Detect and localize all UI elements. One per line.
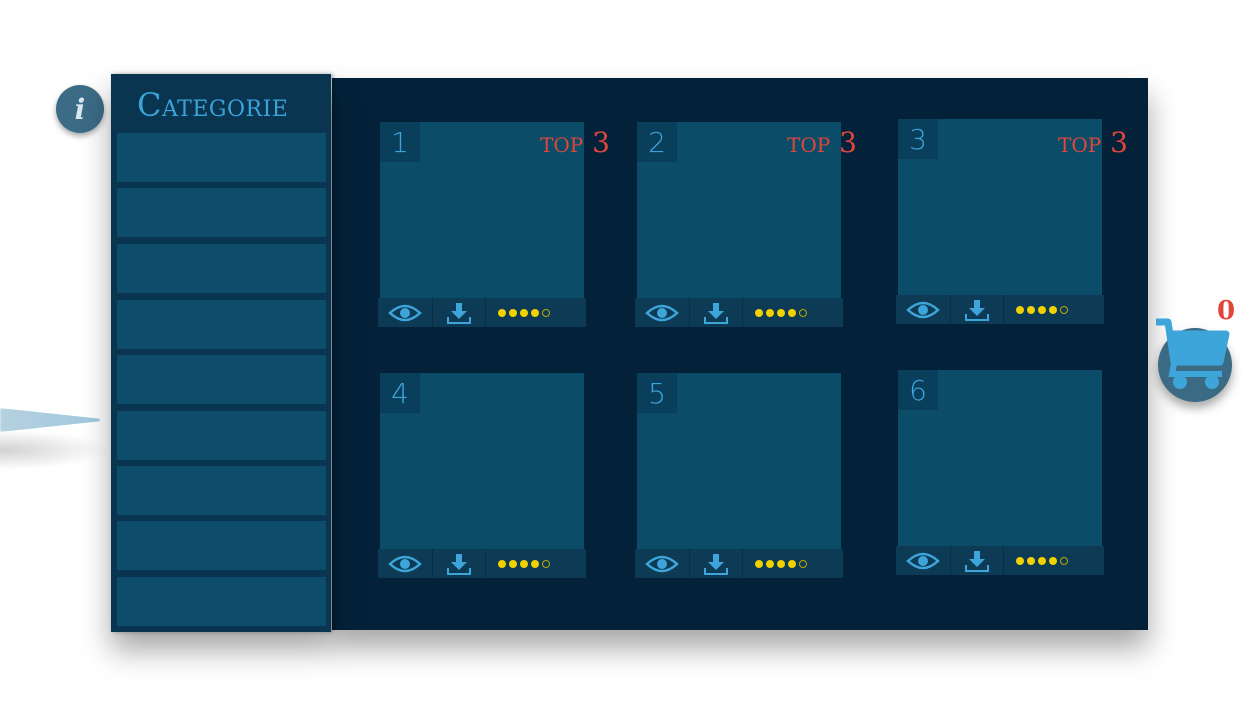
card-number: 1 xyxy=(380,122,420,162)
card-number: 5 xyxy=(637,373,677,413)
view-button[interactable] xyxy=(635,549,690,578)
rating-dot-filled xyxy=(509,559,517,568)
download-icon xyxy=(704,302,728,324)
download-button[interactable] xyxy=(951,546,1004,575)
rating-dot-empty xyxy=(799,308,807,317)
rating-dot-filled xyxy=(788,308,796,317)
card-toolbar xyxy=(635,298,843,327)
download-icon xyxy=(965,299,989,321)
category-item[interactable] xyxy=(117,188,326,237)
download-icon xyxy=(704,553,728,575)
cart-count-badge: 0 xyxy=(1217,296,1236,326)
card-toolbar xyxy=(378,549,586,578)
eye-icon xyxy=(645,555,679,572)
category-item[interactable] xyxy=(117,466,326,515)
download-button[interactable] xyxy=(433,549,486,578)
view-button[interactable] xyxy=(378,298,433,327)
download-icon xyxy=(447,302,471,324)
cart-icon xyxy=(1156,318,1230,389)
category-item[interactable] xyxy=(117,300,326,349)
download-button[interactable] xyxy=(690,298,743,327)
view-button[interactable] xyxy=(635,298,690,327)
rating-dot-filled xyxy=(1038,305,1046,314)
rating-dot-filled xyxy=(1016,556,1024,565)
eye-icon xyxy=(906,301,940,318)
rating-dot-filled xyxy=(1049,305,1057,314)
rating-dot-empty xyxy=(799,559,807,568)
eye-icon xyxy=(645,304,679,321)
category-item[interactable] xyxy=(117,244,326,293)
download-icon xyxy=(447,553,471,575)
rating-dot-empty xyxy=(1060,305,1068,314)
card-number: 6 xyxy=(898,370,938,410)
category-item[interactable] xyxy=(117,577,326,626)
view-button[interactable] xyxy=(896,546,951,575)
download-icon xyxy=(965,550,989,572)
rating-dot-empty xyxy=(542,559,550,568)
rating[interactable] xyxy=(743,298,843,327)
download-button[interactable] xyxy=(951,295,1004,324)
rating[interactable] xyxy=(1004,546,1104,575)
card-toolbar xyxy=(896,295,1104,324)
rating-dot-empty xyxy=(542,308,550,317)
download-button[interactable] xyxy=(433,298,486,327)
rating[interactable] xyxy=(1004,295,1104,324)
top3-badge: top 3 xyxy=(1058,126,1128,159)
rating-dot-filled xyxy=(509,308,517,317)
card-number: 4 xyxy=(380,373,420,413)
rating-dot-empty xyxy=(1060,556,1068,565)
view-button[interactable] xyxy=(378,549,433,578)
view-button[interactable] xyxy=(896,295,951,324)
rating-dot-filled xyxy=(520,559,528,568)
rating-dot-filled xyxy=(1027,305,1035,314)
rating-dot-filled xyxy=(755,559,763,568)
rating-dot-filled xyxy=(531,308,539,317)
rating-dot-filled xyxy=(777,559,785,568)
category-item[interactable] xyxy=(117,521,326,570)
eye-icon xyxy=(388,304,422,321)
cart-button[interactable] xyxy=(1156,318,1232,402)
card-toolbar xyxy=(635,549,843,578)
rating-dot-filled xyxy=(1038,556,1046,565)
top3-badge: top 3 xyxy=(540,126,610,159)
eye-icon xyxy=(388,555,422,572)
category-item[interactable] xyxy=(117,133,326,182)
category-item[interactable] xyxy=(117,355,326,404)
rating-dot-filled xyxy=(755,308,763,317)
top3-badge: top 3 xyxy=(787,126,857,159)
category-item[interactable] xyxy=(117,411,326,460)
rating-dot-filled xyxy=(1049,556,1057,565)
category-sidebar: Categorie xyxy=(111,74,331,632)
rating-dot-filled xyxy=(498,308,506,317)
card-number: 2 xyxy=(637,122,677,162)
card-toolbar xyxy=(378,298,586,327)
card-toolbar xyxy=(896,546,1104,575)
card-number: 3 xyxy=(898,119,938,159)
rating-dot-filled xyxy=(766,559,774,568)
decorative-shadow xyxy=(0,430,110,470)
rating[interactable] xyxy=(486,549,586,578)
rating[interactable] xyxy=(743,549,843,578)
info-icon[interactable]: i xyxy=(56,85,104,133)
rating-dot-filled xyxy=(531,559,539,568)
rating-dot-filled xyxy=(788,559,796,568)
rating-dot-filled xyxy=(1027,556,1035,565)
rating-dot-filled xyxy=(766,308,774,317)
eye-icon xyxy=(906,552,940,569)
rating-dot-filled xyxy=(777,308,785,317)
decorative-beam xyxy=(0,408,100,432)
download-button[interactable] xyxy=(690,549,743,578)
rating[interactable] xyxy=(486,298,586,327)
sidebar-title: Categorie xyxy=(137,86,289,124)
rating-dot-filled xyxy=(520,308,528,317)
rating-dot-filled xyxy=(498,559,506,568)
rating-dot-filled xyxy=(1016,305,1024,314)
